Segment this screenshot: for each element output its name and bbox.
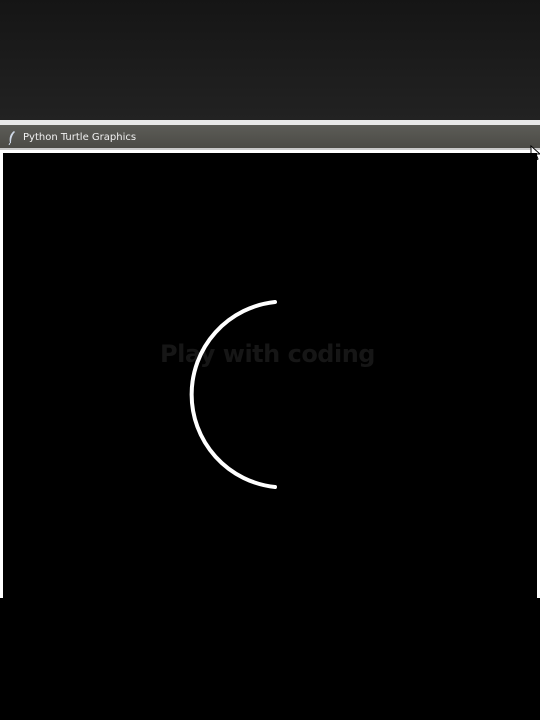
turtle-drawing: [189, 300, 277, 489]
window-title: Python Turtle Graphics: [23, 132, 137, 143]
feather-icon: [8, 131, 15, 145]
screen: Python Turtle Graphics Play with coding: [0, 0, 540, 720]
drawn-arc: [189, 300, 277, 489]
desktop-bottom-area: [0, 598, 540, 720]
desktop-top-area: [0, 0, 540, 122]
turtle-canvas[interactable]: Play with coding: [3, 153, 537, 598]
turtle-window[interactable]: Python Turtle Graphics Play with coding: [0, 125, 540, 598]
title-bar[interactable]: Python Turtle Graphics: [0, 125, 540, 150]
